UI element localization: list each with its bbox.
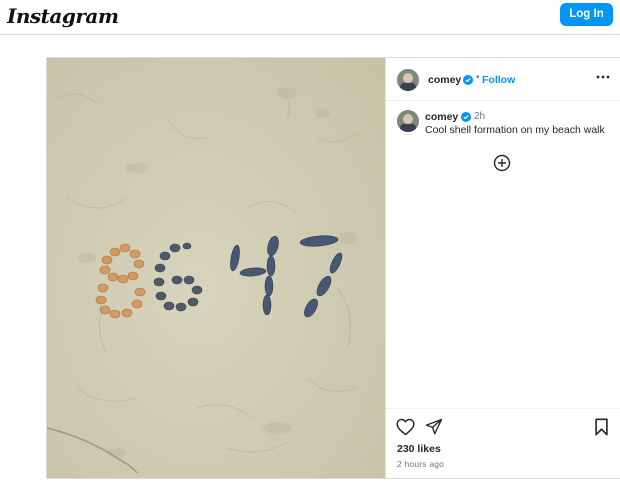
avatar-image — [397, 69, 419, 91]
instagram-logo[interactable]: Instagram — [7, 4, 119, 28]
top-bar: Instagram Log In — [0, 0, 620, 35]
caption-username[interactable]: comey — [425, 111, 458, 123]
post-timestamp[interactable]: 2 hours ago — [397, 459, 444, 469]
author-avatar[interactable] — [397, 69, 419, 91]
login-button[interactable]: Log In — [560, 3, 613, 26]
follow-button[interactable]: Follow — [482, 74, 515, 86]
bookmark-icon[interactable] — [594, 418, 609, 436]
separator-dot: • — [476, 72, 480, 83]
post-sidebar: comey • Follow comey 2h Cool shell forma… — [385, 58, 620, 478]
post-image[interactable] — [47, 58, 385, 478]
caption-time[interactable]: 2h — [474, 111, 485, 122]
post-header: comey • Follow — [386, 58, 620, 101]
caption-text: Cool shell formation on my beach walk — [425, 124, 605, 136]
more-options-icon[interactable] — [595, 71, 611, 83]
sand-shell-photo — [47, 58, 385, 478]
likes-count[interactable]: 230 likes — [397, 443, 441, 455]
verified-badge-icon — [463, 74, 473, 85]
post-card: comey • Follow comey 2h Cool shell forma… — [46, 57, 620, 479]
avatar-image — [397, 110, 419, 132]
post-actions: 230 likes 2 hours ago — [386, 408, 620, 478]
share-icon[interactable] — [425, 418, 443, 436]
load-more-comments-icon[interactable] — [493, 154, 511, 172]
caption-avatar[interactable] — [397, 110, 419, 132]
heart-icon[interactable] — [396, 418, 415, 436]
verified-badge-icon — [461, 111, 471, 122]
author-username[interactable]: comey — [428, 74, 461, 86]
